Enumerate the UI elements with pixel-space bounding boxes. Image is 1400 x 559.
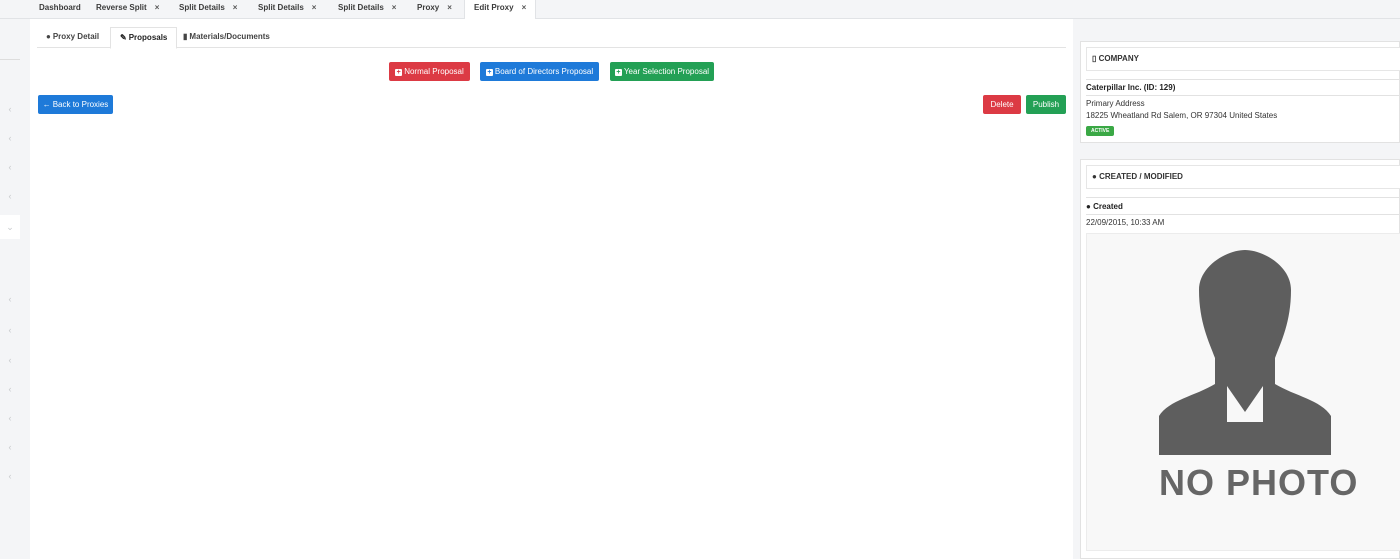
chevron-down-icon[interactable]: ⌄	[0, 215, 20, 239]
created-modified-card: ● CREATED / MODIFIED ● Created 22/09/201…	[1080, 159, 1400, 559]
tab-split-details-1[interactable]: Split Details ×	[179, 0, 237, 19]
avatar-placeholder: NO PHOTO	[1086, 233, 1400, 551]
close-icon[interactable]: ×	[233, 3, 238, 12]
company-card: ▯ COMPANY Caterpillar Inc. (ID: 129) Pri…	[1080, 41, 1400, 143]
tab-proxy-detail[interactable]: ● Proxy Detail	[37, 27, 108, 48]
subtab-label: Proposals	[128, 33, 168, 42]
user-icon: ●	[1086, 202, 1091, 211]
created-timestamp: 22/09/2015, 10:33 AM	[1086, 218, 1165, 227]
tab-label: Reverse Split	[96, 3, 147, 12]
tab-proxy[interactable]: Proxy ×	[417, 0, 452, 19]
chevron-left-icon[interactable]: ‹	[5, 355, 15, 365]
close-icon[interactable]: ×	[447, 3, 452, 12]
created-modified-header: ● CREATED / MODIFIED	[1086, 165, 1400, 189]
subtab-label: Proxy Detail	[52, 32, 100, 41]
user-silhouette-icon	[1159, 250, 1331, 455]
back-to-proxies-button[interactable]: ← Back to Proxies	[38, 95, 113, 114]
button-label: Normal Proposal	[404, 67, 464, 76]
delete-button[interactable]: Delete	[983, 95, 1021, 114]
left-sidebar-rail: ‹ ‹ ‹ ‹ ⌄ ‹ ‹ ‹ ‹ ‹ ‹ ‹	[0, 19, 30, 559]
tab-label: Edit Proxy	[474, 3, 514, 12]
tab-label: Split Details	[179, 3, 225, 12]
chevron-left-icon[interactable]: ‹	[5, 325, 15, 335]
info-icon: ●	[46, 32, 51, 41]
tab-materials-documents[interactable]: ▮ Materials/Documents	[174, 27, 279, 48]
subtab-label: Materials/Documents	[189, 32, 270, 41]
chevron-left-icon[interactable]: ‹	[5, 442, 15, 452]
divider	[1086, 197, 1400, 198]
document-icon: ▮	[183, 32, 188, 41]
close-icon[interactable]: ×	[155, 3, 160, 12]
plus-square-icon: +	[485, 69, 493, 76]
button-label: Back to Proxies	[52, 100, 109, 109]
close-icon[interactable]: ×	[312, 3, 317, 12]
chevron-left-icon[interactable]: ‹	[5, 294, 15, 304]
publish-button[interactable]: Publish	[1026, 95, 1066, 114]
tab-label: Split Details	[258, 3, 304, 12]
company-name: Caterpillar Inc. (ID: 129)	[1086, 83, 1176, 92]
sidebar-divider	[0, 59, 20, 60]
close-icon[interactable]: ×	[392, 3, 397, 12]
tab-label: Split Details	[338, 3, 384, 12]
button-label: Publish	[1032, 100, 1060, 109]
board-of-directors-proposal-button[interactable]: + Board of Directors Proposal	[480, 62, 599, 81]
button-label: Board of Directors Proposal	[494, 67, 594, 76]
created-label: ● Created	[1086, 202, 1400, 211]
tab-edit-proxy[interactable]: Edit Proxy ×	[464, 0, 536, 20]
button-label: Year Selection Proposal	[623, 67, 710, 76]
right-side-panel: ▯ COMPANY Caterpillar Inc. (ID: 129) Pri…	[1080, 41, 1400, 559]
chevron-left-icon[interactable]: ‹	[5, 191, 15, 201]
tab-split-details-3[interactable]: Split Details ×	[338, 0, 396, 19]
no-photo-label: NO PHOTO	[1159, 462, 1359, 503]
arrow-left-icon: ←	[42, 100, 51, 109]
tab-reverse-split[interactable]: Reverse Split ×	[96, 0, 159, 19]
company-card-header: ▯ COMPANY	[1086, 47, 1400, 71]
chevron-left-icon[interactable]: ‹	[5, 162, 15, 172]
card-title: COMPANY	[1098, 54, 1139, 63]
button-label: Delete	[990, 100, 1014, 109]
year-selection-proposal-button[interactable]: + Year Selection Proposal	[610, 62, 714, 81]
status-badge: ACTIVE	[1086, 126, 1115, 136]
proxy-subtabs: ● Proxy Detail ✎ Proposals ▮ Materials/Docu…	[37, 27, 1066, 49]
plus-square-icon: +	[614, 69, 622, 76]
company-address: 18225 Wheatland Rd Salem, OR 97304 Unite…	[1086, 111, 1278, 120]
card-title: CREATED / MODIFIED	[1099, 172, 1183, 181]
plus-square-icon: +	[395, 69, 403, 76]
tab-dashboard[interactable]: Dashboard	[39, 0, 81, 19]
tab-label: Proxy	[417, 3, 440, 12]
chevron-left-icon[interactable]: ‹	[5, 413, 15, 423]
divider	[1086, 214, 1400, 215]
close-icon[interactable]: ×	[522, 3, 527, 12]
chevron-left-icon[interactable]: ‹	[5, 104, 15, 114]
tab-split-details-2[interactable]: Split Details ×	[258, 0, 316, 19]
address-label: Primary Address	[1086, 99, 1145, 108]
chevron-left-icon[interactable]: ‹	[5, 133, 15, 143]
normal-proposal-button[interactable]: + Normal Proposal	[389, 62, 470, 81]
divider	[1086, 95, 1400, 96]
chevron-left-icon[interactable]: ‹	[5, 384, 15, 394]
chevron-left-icon[interactable]: ‹	[5, 471, 15, 481]
main-panel: ● Proxy Detail ✎ Proposals ▮ Materials/Docu…	[30, 19, 1073, 559]
tab-label: Dashboard	[39, 3, 81, 12]
user-icon: ●	[1092, 172, 1097, 181]
tab-proposals[interactable]: ✎ Proposals	[110, 27, 178, 49]
created-label-text: Created	[1093, 202, 1123, 211]
wrench-icon: ✎	[120, 33, 127, 42]
building-icon: ▯	[1092, 54, 1097, 63]
top-tab-bar: Dashboard Reverse Split × Split Details × …	[0, 0, 1400, 20]
divider	[1086, 79, 1400, 80]
